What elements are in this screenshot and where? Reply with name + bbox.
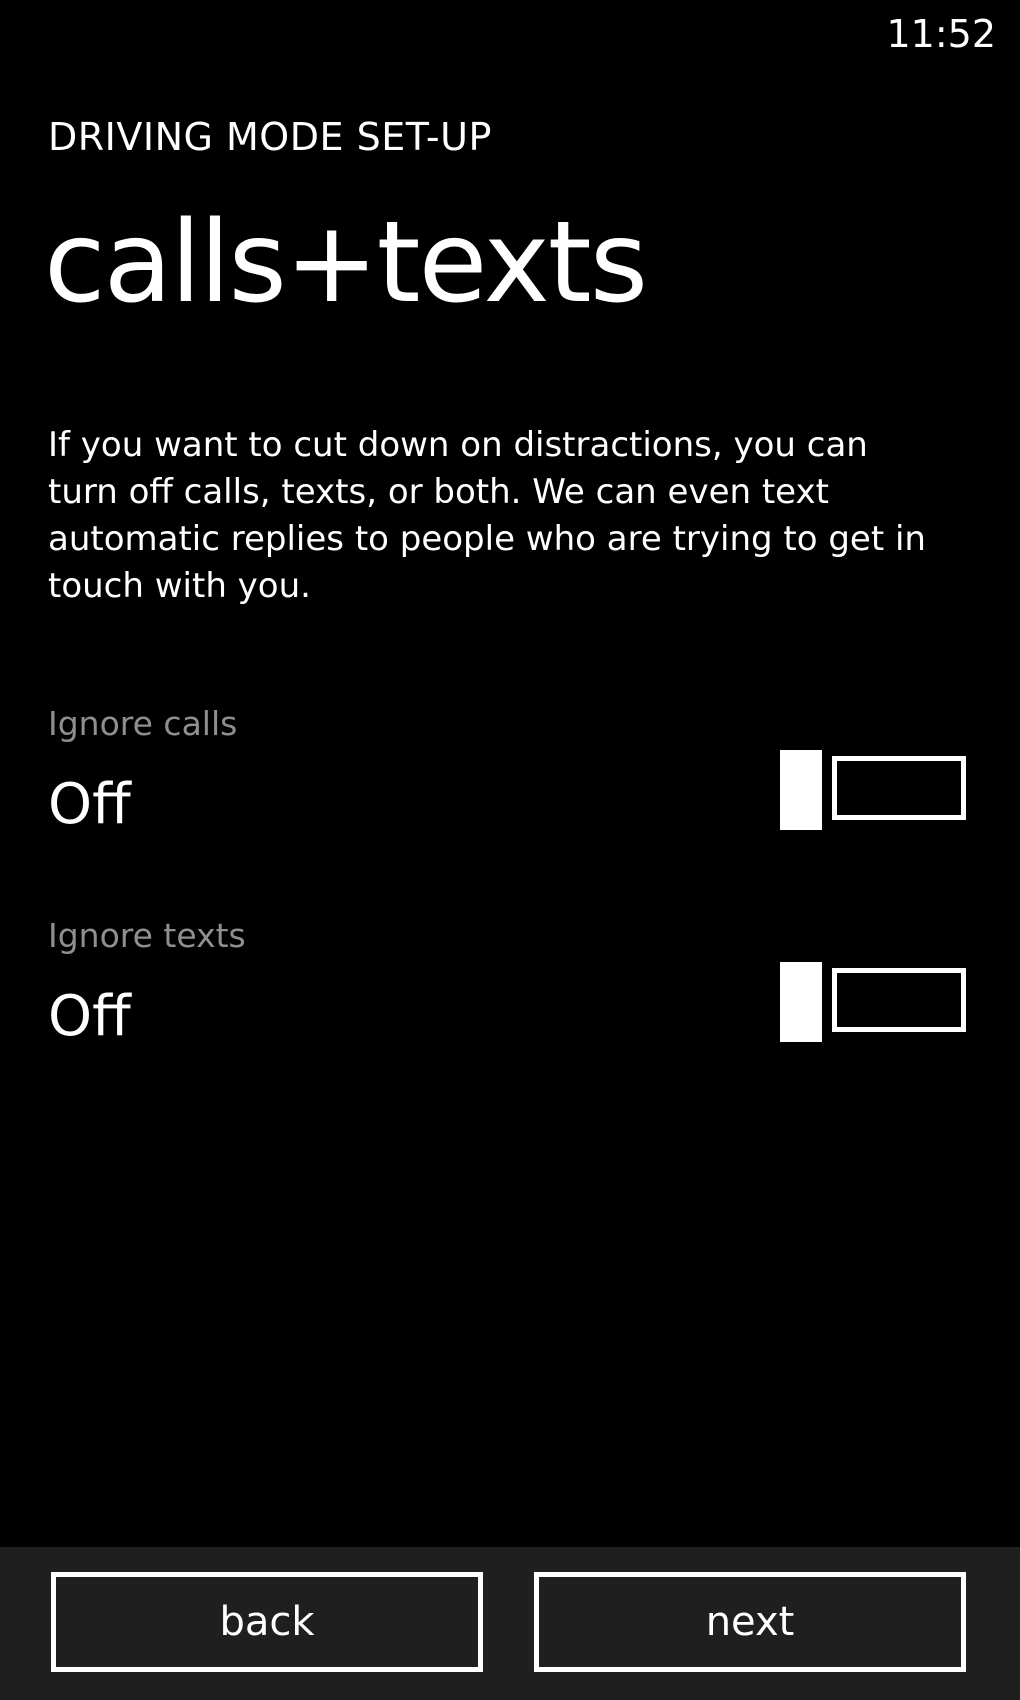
toggle-thumb[interactable] <box>780 750 822 830</box>
page-title: calls+texts <box>44 198 648 328</box>
app-bar: back next <box>0 1547 1020 1700</box>
setting-value: Off <box>48 984 131 1049</box>
next-button[interactable]: next <box>534 1572 966 1672</box>
ignore-texts-toggle[interactable] <box>780 962 972 1044</box>
toggle-track <box>832 756 966 820</box>
back-button[interactable]: back <box>51 1572 483 1672</box>
setting-value: Off <box>48 772 131 837</box>
setting-label: Ignore calls <box>48 704 238 743</box>
setting-ignore-texts: Ignore texts Off <box>48 914 972 1064</box>
setting-label: Ignore texts <box>48 916 246 955</box>
app-title: DRIVING MODE SET-UP <box>48 115 492 159</box>
setting-ignore-calls: Ignore calls Off <box>48 702 972 852</box>
status-bar: 11:52 <box>0 0 1020 66</box>
toggle-thumb[interactable] <box>780 962 822 1042</box>
ignore-calls-toggle[interactable] <box>780 750 972 832</box>
description-text: If you want to cut down on distractions,… <box>48 425 926 606</box>
status-clock: 11:52 <box>886 12 996 56</box>
toggle-track <box>832 968 966 1032</box>
